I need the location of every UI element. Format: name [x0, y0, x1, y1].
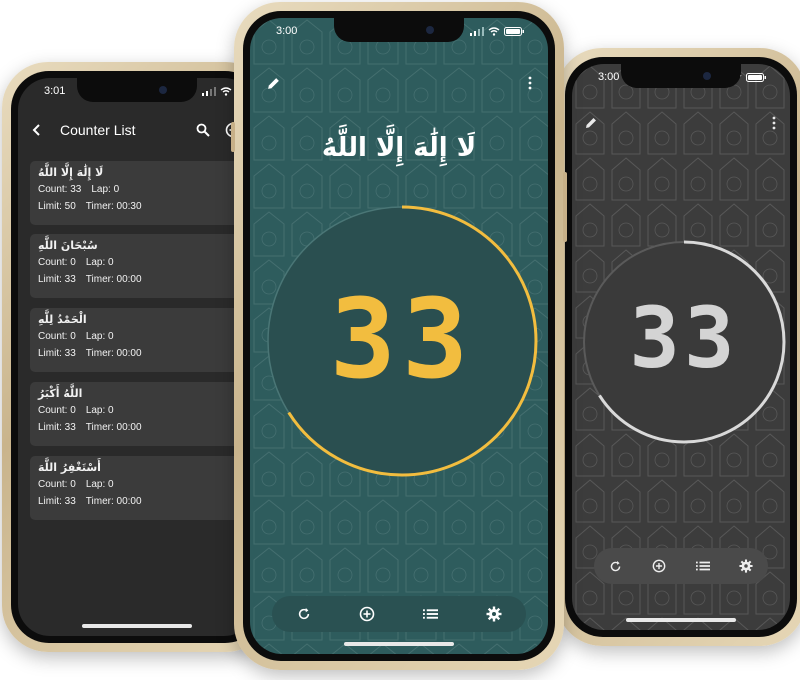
counter-limit: Limit: 33	[38, 496, 76, 507]
settings-button[interactable]	[736, 556, 756, 576]
edit-pencil-icon[interactable]	[584, 116, 598, 130]
bottom-toolbar	[272, 596, 526, 632]
gear-icon	[739, 559, 753, 573]
status-time: 3:00	[598, 71, 620, 83]
status-time: 3:00	[276, 25, 298, 37]
counter-count: Count: 0	[38, 479, 76, 490]
battery-icon	[504, 26, 524, 36]
counter-value: 33	[330, 275, 474, 403]
reset-button[interactable]	[606, 556, 626, 576]
page-title: Counter List	[60, 122, 136, 138]
signal-icon	[202, 86, 216, 96]
counter-count: Count: 33	[38, 184, 82, 195]
counter-lap: Lap: 0	[85, 257, 114, 268]
counter-timer: Timer: 00:00	[85, 496, 142, 507]
list-button[interactable]	[421, 604, 441, 624]
add-button[interactable]	[649, 556, 669, 576]
dark-counter-screen: 3:00 33	[572, 64, 790, 630]
search-icon	[196, 123, 210, 137]
list-icon	[423, 609, 439, 619]
app-header: Counter List	[18, 110, 256, 150]
counter-limit: Limit: 33	[38, 348, 76, 359]
bottom-toolbar	[594, 548, 768, 584]
notch	[77, 78, 197, 102]
battery-icon	[746, 72, 766, 82]
list-button[interactable]	[693, 556, 713, 576]
more-vert-icon[interactable]	[528, 76, 532, 90]
counter-count: Count: 0	[38, 405, 76, 416]
settings-button[interactable]	[484, 604, 504, 624]
counter-list-screen: 3:01 Counter List لَا إِلَٰهَ إِلَّا الل…	[18, 78, 256, 636]
notch	[621, 64, 741, 88]
counter-card[interactable]: سُبْحَانَ اللَّهِ Count: 0 Lap: 0 Limit: …	[30, 234, 256, 298]
wifi-icon	[220, 86, 232, 96]
edit-pencil-icon[interactable]	[266, 76, 281, 91]
refresh-icon	[298, 607, 309, 620]
refresh-icon	[611, 560, 621, 571]
counter-count: Count: 0	[38, 331, 76, 342]
dhikr-title: لَا إِلَٰهَ إِلَّا اللَّهُ	[321, 133, 477, 163]
counter-card[interactable]: لَا إِلَٰهَ إِلَّا اللَّهُ Count: 33 Lap:…	[30, 161, 256, 225]
counter-timer: Timer: 00:30	[85, 201, 142, 212]
add-circle-icon	[359, 606, 375, 622]
counter-name: لَا إِلَٰهَ إِلَّا اللَّهُ	[38, 166, 104, 179]
counter-limit: Limit: 50	[38, 201, 76, 212]
phone-main-counter: 3:00 لَا إِلَٰهَ إِلَّا اللَّهُ 33	[231, 2, 567, 670]
counter-count: Count: 0	[38, 257, 76, 268]
counter-limit: Limit: 33	[38, 274, 76, 285]
counter-timer: Timer: 00:00	[85, 274, 142, 285]
status-time: 3:01	[44, 85, 66, 97]
counter-timer: Timer: 00:00	[85, 348, 142, 359]
home-indicator[interactable]	[626, 618, 736, 622]
progress-ring[interactable]: 33	[262, 201, 542, 481]
notch	[334, 18, 464, 42]
main-counter-screen: 3:00 لَا إِلَٰهَ إِلَّا اللَّهُ 33	[250, 18, 548, 654]
counter-limit: Limit: 33	[38, 422, 76, 433]
counter-lap: Lap: 0	[85, 405, 114, 416]
counter-card[interactable]: الْحَمْدُ لِلَّهِ Count: 0 Lap: 0 Limit: …	[30, 308, 256, 372]
home-indicator[interactable]	[82, 624, 192, 628]
more-vert-icon[interactable]	[772, 116, 776, 130]
counter-name: أَسْتَغْفِرُ اللَّهَ	[38, 461, 101, 474]
signal-icon	[470, 26, 484, 36]
reset-button[interactable]	[294, 604, 314, 624]
counter-value: 33	[629, 289, 738, 387]
add-circle-icon	[652, 559, 666, 573]
counter-name: سُبْحَانَ اللَّهِ	[38, 239, 98, 252]
wifi-icon	[488, 26, 500, 36]
home-indicator[interactable]	[344, 642, 454, 646]
counter-card[interactable]: أَسْتَغْفِرُ اللَّهَ Count: 0 Lap: 0 Limi…	[30, 456, 256, 520]
counter-lap: Lap: 0	[85, 331, 114, 342]
counter-name: الْحَمْدُ لِلَّهِ	[38, 313, 87, 326]
phone-dark-counter: 3:00 33	[556, 48, 800, 646]
list-icon	[695, 561, 710, 571]
counter-lap: Lap: 0	[91, 184, 120, 195]
gear-icon	[486, 606, 502, 622]
counter-lap: Lap: 0	[85, 479, 114, 490]
progress-ring: 33	[582, 240, 786, 444]
counter-timer: Timer: 00:00	[85, 422, 142, 433]
search-button[interactable]	[192, 119, 214, 141]
counter-card[interactable]: اللَّهُ أَكْبَرُ Count: 0 Lap: 0 Limit: 3…	[30, 382, 256, 446]
add-button[interactable]	[357, 604, 377, 624]
counter-name: اللَّهُ أَكْبَرُ	[38, 387, 83, 400]
stage: 3:01 Counter List لَا إِلَٰهَ إِلَّا الل…	[0, 0, 800, 680]
back-arrow-icon[interactable]	[30, 123, 44, 137]
